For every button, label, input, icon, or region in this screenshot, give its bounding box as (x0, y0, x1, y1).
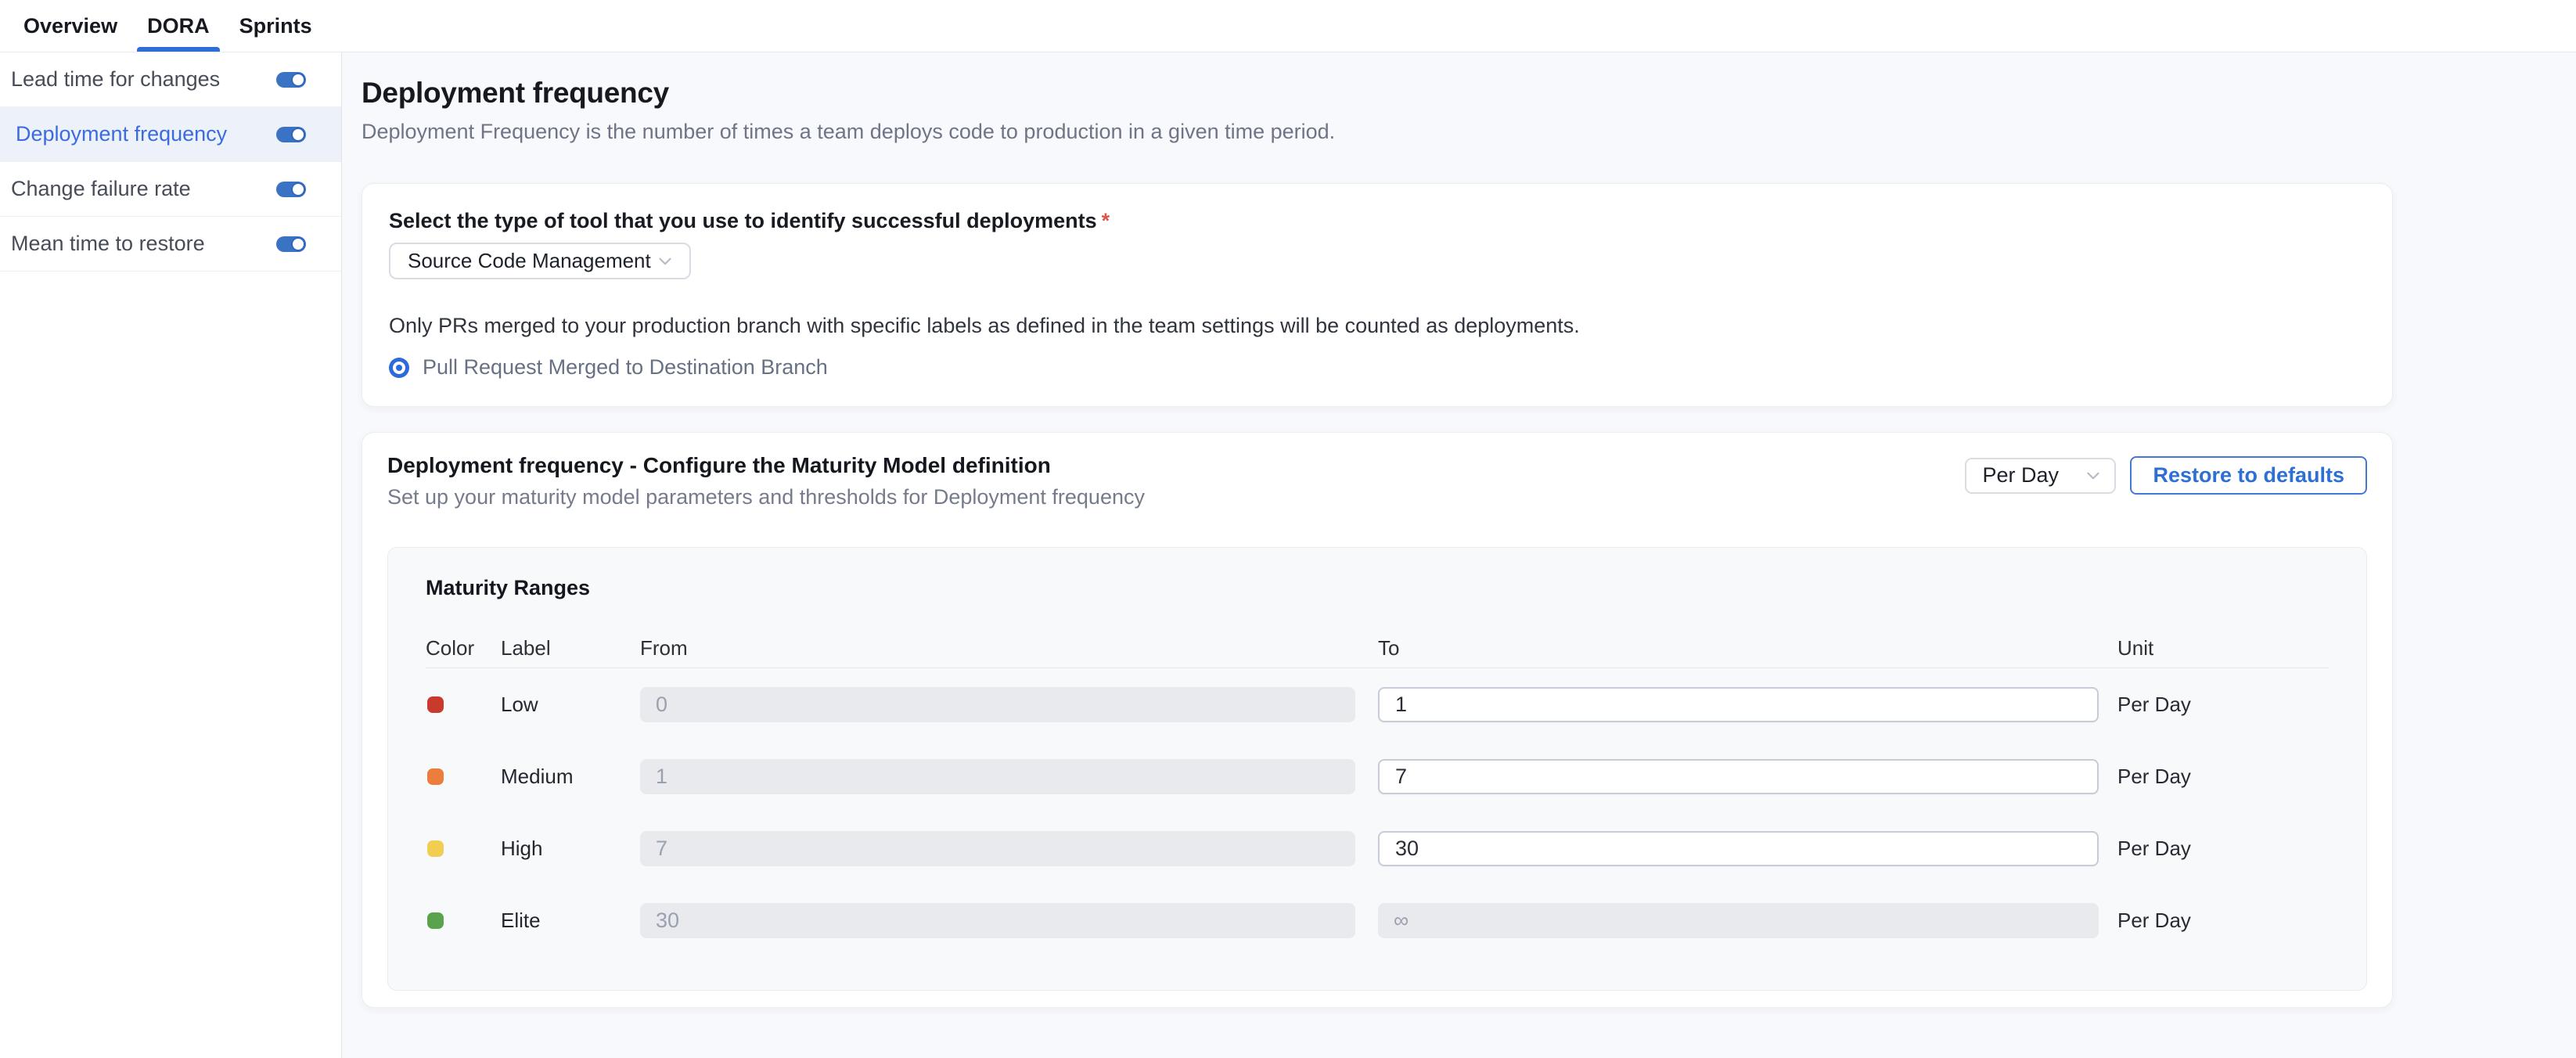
maturity-config-title: Deployment frequency - Configure the Mat… (387, 453, 1145, 478)
toggle-switch[interactable] (276, 182, 306, 197)
sidebar-item-label: Lead time for changes (11, 67, 220, 92)
toggle-switch[interactable] (276, 236, 306, 252)
toggle-knob (291, 73, 305, 87)
col-header-unit: Unit (2117, 636, 2329, 660)
col-header-from: From (640, 636, 1378, 660)
from-input (640, 759, 1355, 794)
maturity-card-header: Deployment frequency - Configure the Mat… (387, 453, 2367, 509)
maturity-row-low: Low Per Day (426, 668, 2329, 740)
unit-select-value: Per Day (1982, 463, 2059, 488)
metrics-sidebar: Lead time for changes Deployment frequen… (0, 52, 342, 1058)
maturity-row-high: High Per Day (426, 812, 2329, 884)
to-input-infinity (1378, 903, 2099, 938)
color-dot (427, 912, 444, 929)
color-dot (427, 840, 444, 857)
main-content: Deployment frequency Deployment Frequenc… (342, 52, 2576, 1058)
tab-dora[interactable]: DORA (147, 0, 210, 52)
to-input[interactable] (1378, 687, 2099, 722)
maturity-ranges-panel: Maturity Ranges Color Label From To Unit… (387, 547, 2367, 991)
maturity-model-card: Deployment frequency - Configure the Mat… (362, 432, 2393, 1008)
col-header-color: Color (426, 636, 501, 660)
to-input[interactable] (1378, 759, 2099, 794)
toggle-switch[interactable] (276, 72, 306, 88)
unit-value: Per Day (2117, 909, 2329, 933)
page-subtitle: Deployment Frequency is the number of ti… (362, 120, 2393, 144)
unit-value: Per Day (2117, 765, 2329, 789)
maturity-row-elite: Elite Per Day (426, 884, 2329, 956)
tool-type-select-value: Source Code Management (408, 249, 651, 273)
tab-overview[interactable]: Overview (23, 0, 117, 52)
sidebar-item-lead-time-for-changes[interactable]: Lead time for changes (0, 52, 341, 107)
sidebar-item-change-failure-rate[interactable]: Change failure rate (0, 162, 341, 217)
chevron-down-icon (2083, 466, 2103, 486)
radio-label: Pull Request Merged to Destination Branc… (423, 355, 828, 380)
page-shell: Lead time for changes Deployment frequen… (0, 52, 2576, 1058)
top-tab-bar: Overview DORA Sprints (0, 0, 2576, 52)
radio-button-selected[interactable] (389, 358, 409, 378)
color-dot (427, 696, 444, 713)
maturity-config-subtitle: Set up your maturity model parameters an… (387, 485, 1145, 509)
chevron-down-icon (655, 251, 675, 272)
maturity-row-medium: Medium Per Day (426, 740, 2329, 812)
sidebar-item-deployment-frequency[interactable]: Deployment frequency (0, 107, 341, 162)
required-asterisk: * (1102, 209, 1110, 232)
tool-selection-card: Select the type of tool that you use to … (362, 183, 2393, 407)
from-input (640, 903, 1355, 938)
col-header-label: Label (501, 636, 640, 660)
col-header-to: To (1378, 636, 2117, 660)
row-label: Low (501, 693, 640, 717)
restore-defaults-button[interactable]: Restore to defaults (2130, 456, 2367, 495)
maturity-header-controls: Per Day Restore to defaults (1965, 456, 2367, 495)
from-input (640, 687, 1355, 722)
row-label: High (501, 837, 640, 861)
unit-select[interactable]: Per Day (1965, 458, 2116, 494)
sidebar-item-label: Deployment frequency (16, 122, 227, 146)
pr-merged-radio-row[interactable]: Pull Request Merged to Destination Branc… (389, 355, 2364, 380)
maturity-card-header-text: Deployment frequency - Configure the Mat… (387, 453, 1145, 509)
toggle-switch[interactable] (276, 127, 306, 142)
sidebar-item-mean-time-to-restore[interactable]: Mean time to restore (0, 217, 341, 272)
row-label: Medium (501, 765, 640, 789)
maturity-table-header: Color Label From To Unit (426, 636, 2329, 668)
sidebar-item-label: Change failure rate (11, 177, 191, 201)
toggle-knob (291, 182, 305, 196)
maturity-ranges-title: Maturity Ranges (426, 576, 2329, 600)
tool-type-label: Select the type of tool that you use to … (389, 209, 2364, 233)
unit-value: Per Day (2117, 693, 2329, 717)
unit-value: Per Day (2117, 837, 2329, 861)
deployment-info-text: Only PRs merged to your production branc… (389, 314, 2364, 338)
sidebar-item-label: Mean time to restore (11, 232, 205, 256)
tool-type-select[interactable]: Source Code Management (389, 243, 691, 279)
color-dot (427, 768, 444, 785)
toggle-knob (291, 128, 305, 142)
page-title: Deployment frequency (362, 76, 2393, 110)
toggle-knob (291, 237, 305, 251)
from-input (640, 831, 1355, 866)
row-label: Elite (501, 909, 640, 933)
to-input[interactable] (1378, 831, 2099, 866)
tool-type-label-text: Select the type of tool that you use to … (389, 209, 1097, 232)
tab-sprints[interactable]: Sprints (239, 0, 312, 52)
